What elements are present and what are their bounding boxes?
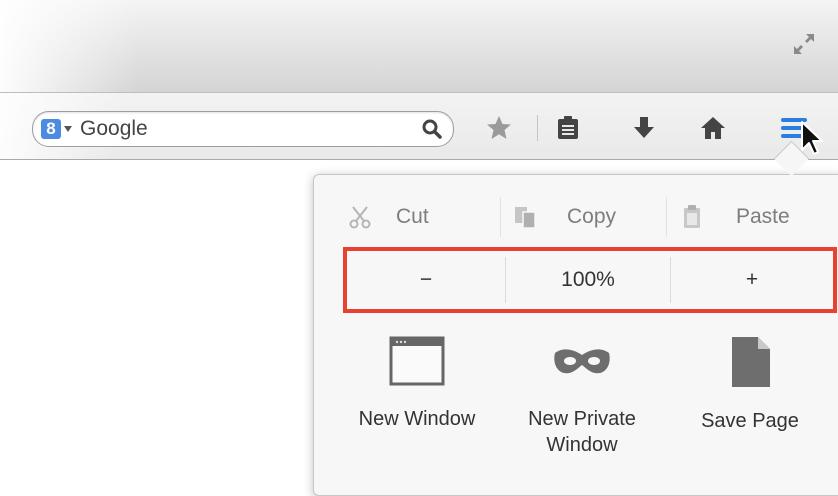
cut-label: Cut — [396, 205, 429, 228]
new-window-label: New Window — [358, 408, 476, 430]
window-titlebar — [0, 0, 838, 92]
save-page-button[interactable]: Save Page — [675, 335, 825, 434]
home-icon — [701, 117, 725, 139]
new-private-window-label: New Private Window — [528, 408, 636, 456]
zoom-reset-button[interactable]: 100% — [506, 251, 670, 309]
navigation-toolbar: 8 — [0, 92, 838, 160]
downloads-button[interactable] — [628, 112, 660, 144]
zoom-controls: − 100% + — [343, 247, 837, 313]
zoom-in-button[interactable]: + — [671, 251, 833, 309]
copy-label: Copy — [567, 205, 617, 228]
mouse-cursor-icon — [801, 121, 823, 155]
chevron-down-icon — [64, 126, 72, 132]
copy-icon — [515, 207, 536, 229]
fullscreen-icon[interactable] — [790, 30, 818, 58]
save-page-label: Save Page — [701, 410, 799, 432]
bookmarks-menu-button[interactable] — [552, 112, 584, 144]
search-engine-icon: 8 — [41, 119, 61, 139]
bookmarks-menu-icon — [558, 116, 578, 139]
edit-controls: Cut Copy Paste — [314, 193, 838, 241]
new-private-window-button[interactable]: New Private Window — [507, 335, 657, 458]
page-icon — [732, 337, 770, 387]
bookmark-star-button[interactable] — [483, 112, 515, 144]
search-box[interactable]: 8 — [32, 111, 454, 147]
edit-divider — [666, 197, 667, 237]
minus-icon: − — [419, 268, 433, 291]
scissors-icon — [349, 206, 371, 229]
plus-icon: + — [745, 268, 759, 291]
menu-panel: Cut Copy Paste − 100% + New Window New P… — [313, 174, 838, 496]
search-input[interactable] — [80, 116, 410, 142]
clipboard-icon — [684, 205, 700, 228]
edit-divider — [500, 197, 501, 237]
toolbar-separator — [537, 115, 538, 141]
zoom-out-button[interactable]: − — [347, 251, 505, 309]
bookmark-star-icon — [487, 116, 511, 139]
cut-button[interactable]: Cut — [348, 193, 498, 241]
mask-icon — [554, 349, 610, 374]
zoom-level: 100% — [561, 268, 615, 291]
window-icon — [389, 336, 445, 386]
paste-button[interactable]: Paste — [682, 193, 832, 241]
download-icon — [634, 117, 654, 138]
new-window-button[interactable]: New Window — [342, 335, 492, 432]
home-button[interactable] — [697, 112, 729, 144]
search-engine-button[interactable]: 8 — [41, 119, 72, 139]
paste-label: Paste — [736, 205, 790, 228]
copy-button[interactable]: Copy — [513, 193, 663, 241]
magnifier-icon[interactable] — [421, 118, 443, 140]
